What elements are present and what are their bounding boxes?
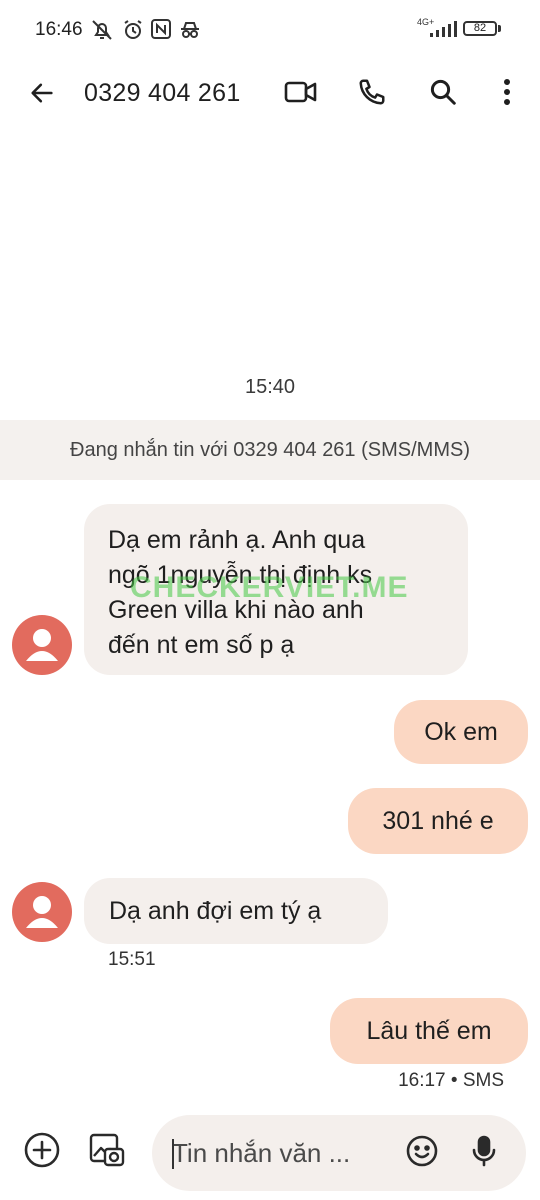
message-line: đến nt em số p ạ <box>108 631 295 659</box>
person-icon <box>12 629 72 675</box>
gallery-button[interactable] <box>87 1132 127 1172</box>
more-options-button[interactable] <box>487 76 527 112</box>
back-button[interactable] <box>22 78 62 112</box>
message-line: Dạ em rảnh ạ. Anh qua <box>108 526 366 554</box>
emoji-icon <box>405 1134 439 1173</box>
message-timestamp: 16:17 • SMS <box>398 1070 504 1091</box>
search-icon <box>428 77 458 112</box>
avatar[interactable] <box>12 615 72 675</box>
battery-level: 82 <box>473 22 487 34</box>
bell-off-icon <box>90 18 114 47</box>
outgoing-message-2[interactable]: 301 nhé e <box>348 788 528 854</box>
compose-box[interactable] <box>152 1115 526 1191</box>
contact-title[interactable]: 0329 404 261 <box>84 79 241 108</box>
phone-icon <box>357 77 387 112</box>
phone-call-button[interactable] <box>352 76 392 112</box>
avatar[interactable] <box>12 882 72 942</box>
message-input[interactable] <box>172 1115 392 1191</box>
incognito-icon <box>178 18 202 47</box>
video-call-button[interactable] <box>281 76 321 112</box>
gallery-icon <box>88 1131 126 1174</box>
alarm-icon <box>121 18 145 47</box>
add-icon <box>23 1131 61 1174</box>
time-divider: 15:40 <box>244 376 296 398</box>
mic-icon <box>469 1134 499 1173</box>
battery-tip <box>498 25 501 32</box>
add-attachment-button[interactable] <box>22 1132 62 1172</box>
more-vert-icon <box>502 78 512 111</box>
signal-icon <box>430 21 458 42</box>
message-timestamp: 15:51 <box>108 949 156 970</box>
status-time: 16:46 <box>35 19 83 40</box>
voice-input-button[interactable] <box>464 1133 504 1173</box>
emoji-button[interactable] <box>402 1133 442 1173</box>
back-arrow-icon <box>28 79 56 112</box>
video-call-icon <box>284 78 318 111</box>
outgoing-message-3[interactable]: Lâu thế em <box>330 998 528 1064</box>
nfc-icon <box>150 18 172 45</box>
info-banner: Đang nhắn tin với 0329 404 261 (SMS/MMS) <box>0 420 540 480</box>
person-icon <box>12 896 72 942</box>
text-caret <box>172 1139 174 1169</box>
outgoing-message-1[interactable]: Ok em <box>394 700 528 764</box>
watermark: CHECKERVIET.ME <box>130 571 409 604</box>
search-button[interactable] <box>423 76 463 112</box>
incoming-message-2[interactable]: Dạ anh đợi em tý ạ <box>84 878 388 944</box>
